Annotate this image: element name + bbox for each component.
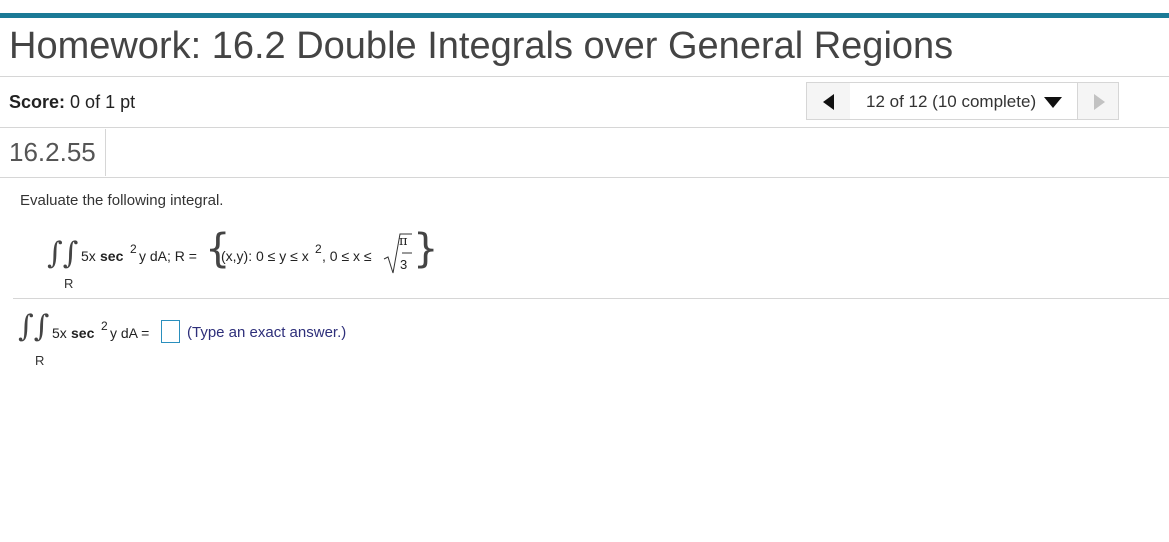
question-number: 16.2.55: [9, 137, 96, 167]
answer-hint: (Type an exact answer.): [187, 324, 347, 341]
triangle-down-icon: [1044, 97, 1062, 108]
answer-input[interactable]: [161, 320, 180, 343]
integral-symbol: ∫∫: [18, 309, 50, 344]
region-set-exponent: 2: [315, 242, 322, 256]
integral-symbol: ∫∫: [47, 236, 79, 271]
top-accent-bar: [0, 13, 1169, 18]
integrand-coef: 5x: [81, 248, 96, 264]
integrand-func: sec: [100, 248, 124, 264]
fraction-denominator: 3: [400, 257, 408, 272]
integrand-exponent: 2: [130, 242, 137, 256]
triangle-right-icon: [1094, 94, 1105, 110]
next-question-button[interactable]: [1077, 83, 1119, 119]
divider: [0, 127, 1169, 128]
score-value: 0 of 1 pt: [70, 92, 136, 112]
sqrt-symbol: [383, 233, 412, 274]
region-subscript: R: [35, 353, 45, 368]
region-set-a: (x,y): 0 ≤ y ≤ x: [221, 248, 309, 264]
question-select-dropdown[interactable]: 12 of 12 (10 complete): [850, 83, 1077, 119]
answer-integrand-rest: y dA =: [110, 325, 150, 341]
integrand-coef: 5x: [52, 325, 67, 341]
integrand-func: sec: [71, 325, 95, 341]
right-brace: }: [413, 226, 439, 272]
integrand-rest: y dA; R =: [139, 248, 197, 264]
question-navigator: 12 of 12 (10 complete): [806, 82, 1119, 120]
integrand-exponent: 2: [101, 319, 108, 333]
triangle-left-icon: [823, 94, 834, 110]
question-position: 12 of 12 (10 complete): [866, 92, 1037, 111]
fraction-numerator: π: [399, 234, 408, 249]
score-display: Score: 0 of 1 pt: [9, 91, 135, 113]
divider: [13, 298, 1169, 299]
divider: [0, 76, 1169, 77]
vertical-divider: [105, 129, 106, 176]
score-label: Score:: [9, 92, 66, 112]
previous-question-button[interactable]: [807, 83, 851, 119]
page-title: Homework: 16.2 Double Integrals over Gen…: [9, 25, 954, 67]
region-set-b: , 0 ≤ x ≤: [322, 248, 372, 264]
question-instruction: Evaluate the following integral.: [20, 192, 224, 209]
region-subscript: R: [64, 276, 74, 291]
divider: [0, 177, 1169, 178]
